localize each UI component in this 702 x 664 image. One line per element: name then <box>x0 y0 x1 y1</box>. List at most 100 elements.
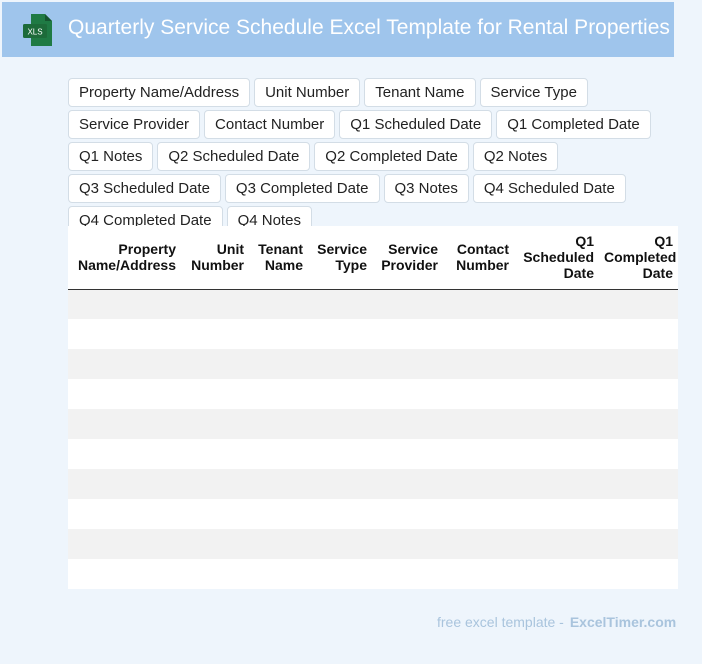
table-cell[interactable] <box>249 319 308 349</box>
table-cell[interactable] <box>181 499 249 529</box>
table-cell[interactable] <box>181 349 249 379</box>
table-cell[interactable] <box>514 319 599 349</box>
table-cell[interactable] <box>443 469 514 499</box>
table-cell[interactable] <box>514 439 599 469</box>
table-cell[interactable] <box>514 529 599 559</box>
table-cell[interactable] <box>249 439 308 469</box>
table-cell[interactable] <box>181 439 249 469</box>
field-chip[interactable]: Unit Number <box>254 78 361 107</box>
table-cell[interactable] <box>68 319 181 349</box>
table-cell[interactable] <box>599 439 678 469</box>
table-cell[interactable] <box>249 499 308 529</box>
field-chip[interactable]: Q2 Notes <box>472 142 559 171</box>
table-cell[interactable] <box>514 349 599 379</box>
table-cell[interactable] <box>599 379 678 409</box>
table-cell[interactable] <box>181 319 249 349</box>
table-cell[interactable] <box>514 559 599 589</box>
table-cell[interactable] <box>249 529 308 559</box>
table-cell[interactable] <box>181 289 249 319</box>
table-cell[interactable] <box>443 559 514 589</box>
footer-brand-link[interactable]: ExcelTimer.com <box>570 614 676 630</box>
table-cell[interactable] <box>372 319 443 349</box>
field-chip[interactable]: Property Name/Address <box>68 78 251 107</box>
field-chip[interactable]: Q4 Scheduled Date <box>472 174 626 203</box>
field-chip[interactable]: Tenant Name <box>364 78 476 107</box>
table-cell[interactable] <box>308 499 372 529</box>
table-row <box>68 319 678 349</box>
table-cell[interactable] <box>308 289 372 319</box>
table-cell[interactable] <box>68 469 181 499</box>
table-cell[interactable] <box>181 559 249 589</box>
table-cell[interactable] <box>514 499 599 529</box>
table-cell[interactable] <box>599 319 678 349</box>
table-cell[interactable] <box>514 409 599 439</box>
table-cell[interactable] <box>443 379 514 409</box>
field-chip[interactable]: Q2 Scheduled Date <box>157 142 311 171</box>
table-cell[interactable] <box>514 469 599 499</box>
field-chip[interactable]: Q2 Completed Date <box>314 142 469 171</box>
table-cell[interactable] <box>599 409 678 439</box>
table-cell[interactable] <box>68 439 181 469</box>
table-cell[interactable] <box>249 559 308 589</box>
table-cell[interactable] <box>599 529 678 559</box>
table-cell[interactable] <box>514 379 599 409</box>
table-cell[interactable] <box>308 559 372 589</box>
table-cell[interactable] <box>443 319 514 349</box>
table-cell[interactable] <box>308 379 372 409</box>
field-chip[interactable]: Q3 Notes <box>383 174 469 203</box>
table-cell[interactable] <box>443 529 514 559</box>
field-chip[interactable]: Q3 Completed Date <box>224 174 380 203</box>
table-cell[interactable] <box>181 529 249 559</box>
table-cell[interactable] <box>308 349 372 379</box>
table-cell[interactable] <box>308 529 372 559</box>
table-cell[interactable] <box>372 499 443 529</box>
field-chip[interactable]: Service Type <box>479 78 588 107</box>
table-cell[interactable] <box>372 529 443 559</box>
table-cell[interactable] <box>68 349 181 379</box>
table-cell[interactable] <box>181 379 249 409</box>
table-cell[interactable] <box>308 469 372 499</box>
table-cell[interactable] <box>599 559 678 589</box>
table-cell[interactable] <box>372 559 443 589</box>
table-cell[interactable] <box>372 289 443 319</box>
field-chip[interactable]: Q3 Scheduled Date <box>68 174 221 203</box>
column-header: Q1 Completed Date <box>599 226 678 290</box>
table-cell[interactable] <box>599 469 678 499</box>
table-cell[interactable] <box>308 439 372 469</box>
table-cell[interactable] <box>443 499 514 529</box>
table-cell[interactable] <box>443 409 514 439</box>
table-cell[interactable] <box>249 349 308 379</box>
page-title: Quarterly Service Schedule Excel Templat… <box>68 16 670 39</box>
table-cell[interactable] <box>68 379 181 409</box>
table-cell[interactable] <box>372 469 443 499</box>
table-cell[interactable] <box>372 439 443 469</box>
table-cell[interactable] <box>599 499 678 529</box>
table-cell[interactable] <box>443 439 514 469</box>
table-cell[interactable] <box>68 559 181 589</box>
table-cell[interactable] <box>308 409 372 439</box>
field-chip[interactable]: Q1 Notes <box>68 142 154 171</box>
table-cell[interactable] <box>372 349 443 379</box>
table-cell[interactable] <box>372 409 443 439</box>
table-cell[interactable] <box>68 409 181 439</box>
table-cell[interactable] <box>249 469 308 499</box>
field-chip[interactable]: Q1 Scheduled Date <box>339 110 493 139</box>
table-cell[interactable] <box>249 409 308 439</box>
table-cell[interactable] <box>443 349 514 379</box>
table-cell[interactable] <box>68 499 181 529</box>
table-cell[interactable] <box>443 289 514 319</box>
table-cell[interactable] <box>68 529 181 559</box>
field-chip[interactable]: Q1 Completed Date <box>496 110 651 139</box>
table-cell[interactable] <box>599 349 678 379</box>
field-chip[interactable]: Service Provider <box>68 110 201 139</box>
table-cell[interactable] <box>599 289 678 319</box>
table-cell[interactable] <box>249 289 308 319</box>
table-cell[interactable] <box>181 409 249 439</box>
table-cell[interactable] <box>181 469 249 499</box>
table-cell[interactable] <box>308 319 372 349</box>
table-cell[interactable] <box>68 289 181 319</box>
table-cell[interactable] <box>249 379 308 409</box>
table-cell[interactable] <box>514 289 599 319</box>
field-chip[interactable]: Contact Number <box>204 110 336 139</box>
table-cell[interactable] <box>372 379 443 409</box>
